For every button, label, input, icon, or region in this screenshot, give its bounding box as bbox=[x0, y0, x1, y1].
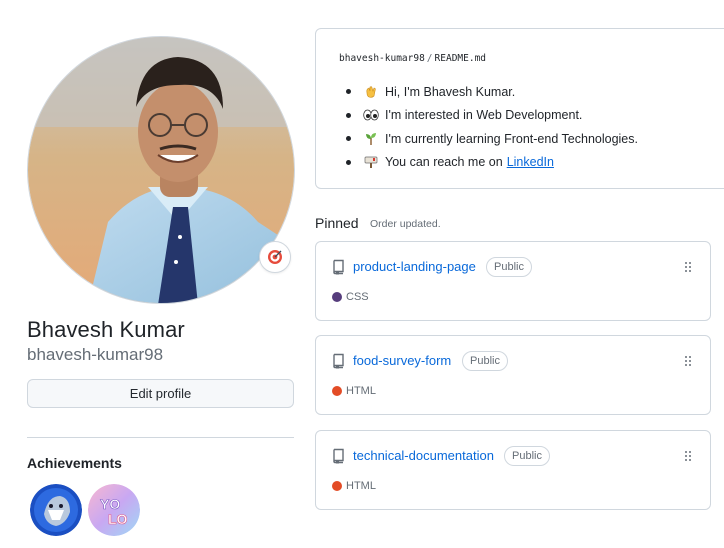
waving-hand-icon bbox=[363, 84, 379, 100]
pinned-status-note: Order updated. bbox=[370, 218, 441, 230]
readme-item-text: I'm currently learning Front-end Technol… bbox=[385, 131, 638, 146]
linkedin-link[interactable]: LinkedIn bbox=[507, 155, 554, 169]
divider bbox=[27, 437, 294, 438]
repo-language: HTML bbox=[332, 480, 376, 492]
eyes-icon bbox=[363, 107, 379, 123]
shark-achievement-badge[interactable] bbox=[30, 484, 82, 536]
pinned-title: Pinned bbox=[315, 215, 359, 231]
pinned-repo-card[interactable]: product-landing-page Public CSS bbox=[315, 241, 711, 321]
readme-breadcrumb: bhavesh-kumar98/README.md bbox=[339, 53, 486, 64]
repo-icon bbox=[333, 353, 344, 369]
readme-list-item: You can reach me on LinkedIn bbox=[346, 151, 638, 175]
status-emoji-button[interactable] bbox=[259, 241, 291, 273]
readme-path-separator: / bbox=[426, 53, 433, 64]
readme-item-text: I'm interested in Web Development. bbox=[385, 108, 583, 123]
language-color-dot bbox=[332, 292, 342, 302]
repo-icon bbox=[333, 259, 344, 275]
yolo-achievement-badge[interactable]: YO LO bbox=[88, 484, 140, 536]
achievements-title[interactable]: Achievements bbox=[27, 455, 122, 471]
pinned-repo-card[interactable]: food-survey-form Public HTML bbox=[315, 335, 711, 415]
dart-target-icon bbox=[268, 250, 282, 264]
drag-handle-icon[interactable] bbox=[684, 355, 692, 367]
language-label: CSS bbox=[346, 291, 369, 303]
visibility-badge: Public bbox=[504, 446, 550, 466]
readme-list-item: Hi, I'm Bhavesh Kumar. bbox=[346, 80, 638, 104]
readme-file-link[interactable]: README.md bbox=[435, 53, 486, 64]
language-label: HTML bbox=[346, 480, 376, 492]
drag-handle-icon[interactable] bbox=[684, 261, 692, 273]
svg-text:LO: LO bbox=[108, 511, 128, 527]
readme-list: Hi, I'm Bhavesh Kumar. I'm interested in… bbox=[346, 80, 638, 174]
readme-list-item: I'm currently learning Front-end Technol… bbox=[346, 127, 638, 151]
repo-language: HTML bbox=[332, 385, 376, 397]
profile-username: bhavesh-kumar98 bbox=[27, 345, 164, 364]
svg-text:YO: YO bbox=[100, 496, 120, 512]
readme-list-item: I'm interested in Web Development. bbox=[346, 104, 638, 128]
avatar-container bbox=[27, 36, 295, 304]
profile-full-name: Bhavesh Kumar bbox=[27, 317, 185, 342]
visibility-badge: Public bbox=[462, 351, 508, 371]
seedling-icon bbox=[363, 131, 379, 147]
repo-language: CSS bbox=[332, 291, 369, 303]
readme-item-text: Hi, I'm Bhavesh Kumar. bbox=[385, 84, 516, 99]
readme-owner-link[interactable]: bhavesh-kumar98 bbox=[339, 53, 425, 64]
visibility-badge: Public bbox=[486, 257, 532, 277]
repo-name-link[interactable]: technical-documentation bbox=[353, 448, 494, 463]
readme-item-text: You can reach me on bbox=[385, 155, 503, 170]
language-color-dot bbox=[332, 481, 342, 491]
repo-icon bbox=[333, 448, 344, 464]
repo-name-link[interactable]: product-landing-page bbox=[353, 259, 476, 274]
language-color-dot bbox=[332, 386, 342, 396]
mailbox-icon bbox=[363, 154, 379, 170]
pinned-repo-card[interactable]: technical-documentation Public HTML bbox=[315, 430, 711, 510]
repo-name-link[interactable]: food-survey-form bbox=[353, 353, 451, 368]
avatar[interactable] bbox=[27, 36, 295, 304]
drag-handle-icon[interactable] bbox=[684, 450, 692, 462]
edit-profile-button[interactable]: Edit profile bbox=[27, 379, 294, 408]
language-label: HTML bbox=[346, 385, 376, 397]
profile-readme-card: bhavesh-kumar98/README.md Hi, I'm Bhaves… bbox=[315, 28, 724, 189]
